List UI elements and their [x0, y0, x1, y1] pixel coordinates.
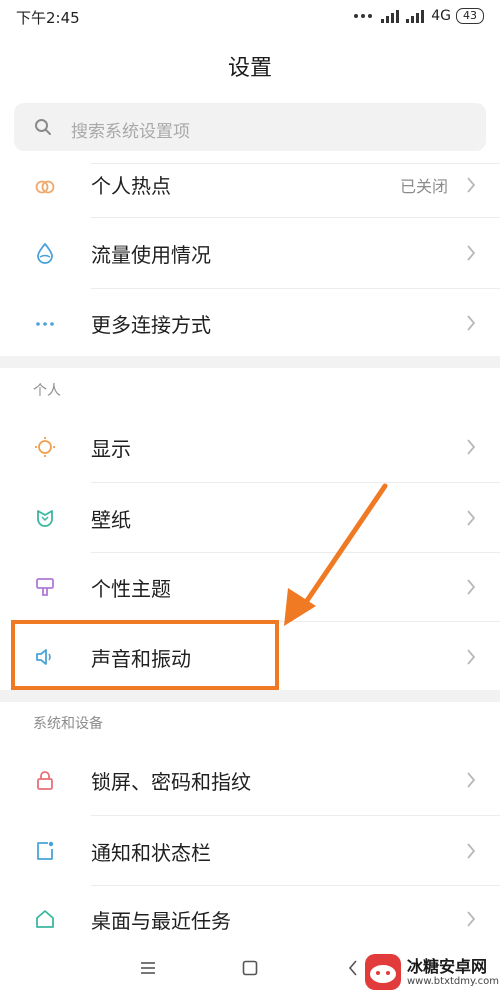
home-icon [34, 908, 56, 934]
chevron-right-icon [466, 438, 476, 460]
page-title: 设置 [227, 56, 272, 81]
settings-item-label: 壁纸 [91, 508, 131, 532]
display-icon [34, 436, 56, 462]
hotspot-status: 已关闭 [399, 177, 448, 196]
network-type: 4G [431, 8, 451, 24]
search-icon [34, 118, 52, 140]
chevron-right-icon [466, 314, 476, 336]
status-icons: 4G 43 [354, 8, 484, 24]
battery-icon: 43 [456, 8, 484, 24]
more-connections-icon [34, 313, 56, 339]
settings-item-label: 桌面与最近任务 [91, 909, 231, 933]
chevron-right-icon [466, 648, 476, 670]
highlight-box [11, 620, 279, 690]
settings-item-label: 更多连接方式 [91, 313, 211, 337]
watermark-name: 冰糖安卓网 [407, 957, 488, 976]
chevron-right-icon [466, 771, 476, 793]
section-title-system: 系统和设备 [33, 716, 103, 732]
search-input[interactable]: 搜索系统设置项 [14, 103, 486, 151]
settings-item-more-connections[interactable]: 更多连接方式 [0, 289, 500, 356]
settings-item-wallpaper[interactable]: 壁纸 [0, 483, 500, 552]
status-bar: 下午2:45 4G 43 [0, 0, 500, 34]
watermark: 冰糖安卓网 www.btxtdmy.com [355, 948, 500, 998]
settings-item-label: 显示 [91, 437, 131, 461]
settings-item-label: 个人热点 [91, 174, 171, 198]
settings-item-theme[interactable]: 个性主题 [0, 553, 500, 621]
signal-icon [381, 9, 401, 23]
settings-item-lock[interactable]: 锁屏、密码和指纹 [0, 745, 500, 815]
signal-icon [406, 9, 426, 23]
search-placeholder: 搜索系统设置项 [71, 122, 190, 142]
hotspot-icon [34, 176, 56, 202]
notification-icon [34, 840, 56, 866]
data-usage-icon [34, 242, 56, 268]
settings-item-data-usage[interactable]: 流量使用情况 [0, 218, 500, 288]
chevron-right-icon [466, 244, 476, 266]
settings-item-notifications[interactable]: 通知和状态栏 [0, 816, 500, 885]
settings-item-label: 锁屏、密码和指纹 [91, 770, 251, 794]
settings-item-label: 流量使用情况 [91, 243, 211, 267]
chevron-right-icon [466, 176, 476, 198]
section-title-personal: 个人 [33, 383, 61, 399]
wallpaper-icon [34, 507, 56, 533]
settings-item-label: 个性主题 [91, 577, 171, 601]
section-separator [0, 690, 500, 702]
menu-icon[interactable] [140, 960, 156, 979]
chevron-right-icon [466, 578, 476, 600]
settings-item-home[interactable]: 桌面与最近任务 [0, 886, 500, 946]
settings-item-hotspot[interactable]: 个人热点 已关闭 [0, 164, 500, 217]
theme-icon [34, 576, 56, 602]
settings-item-display[interactable]: 显示 [0, 412, 500, 482]
status-time: 下午2:45 [16, 9, 80, 27]
home-button-icon[interactable] [242, 960, 258, 980]
watermark-url: www.btxtdmy.com [407, 976, 500, 987]
settings-item-label: 通知和状态栏 [91, 841, 211, 865]
chevron-right-icon [466, 842, 476, 864]
watermark-logo-icon [363, 952, 403, 996]
more-dots-icon [354, 14, 373, 18]
chevron-right-icon [466, 910, 476, 932]
chevron-right-icon [466, 509, 476, 531]
section-separator [0, 356, 500, 368]
lock-icon [34, 769, 56, 795]
